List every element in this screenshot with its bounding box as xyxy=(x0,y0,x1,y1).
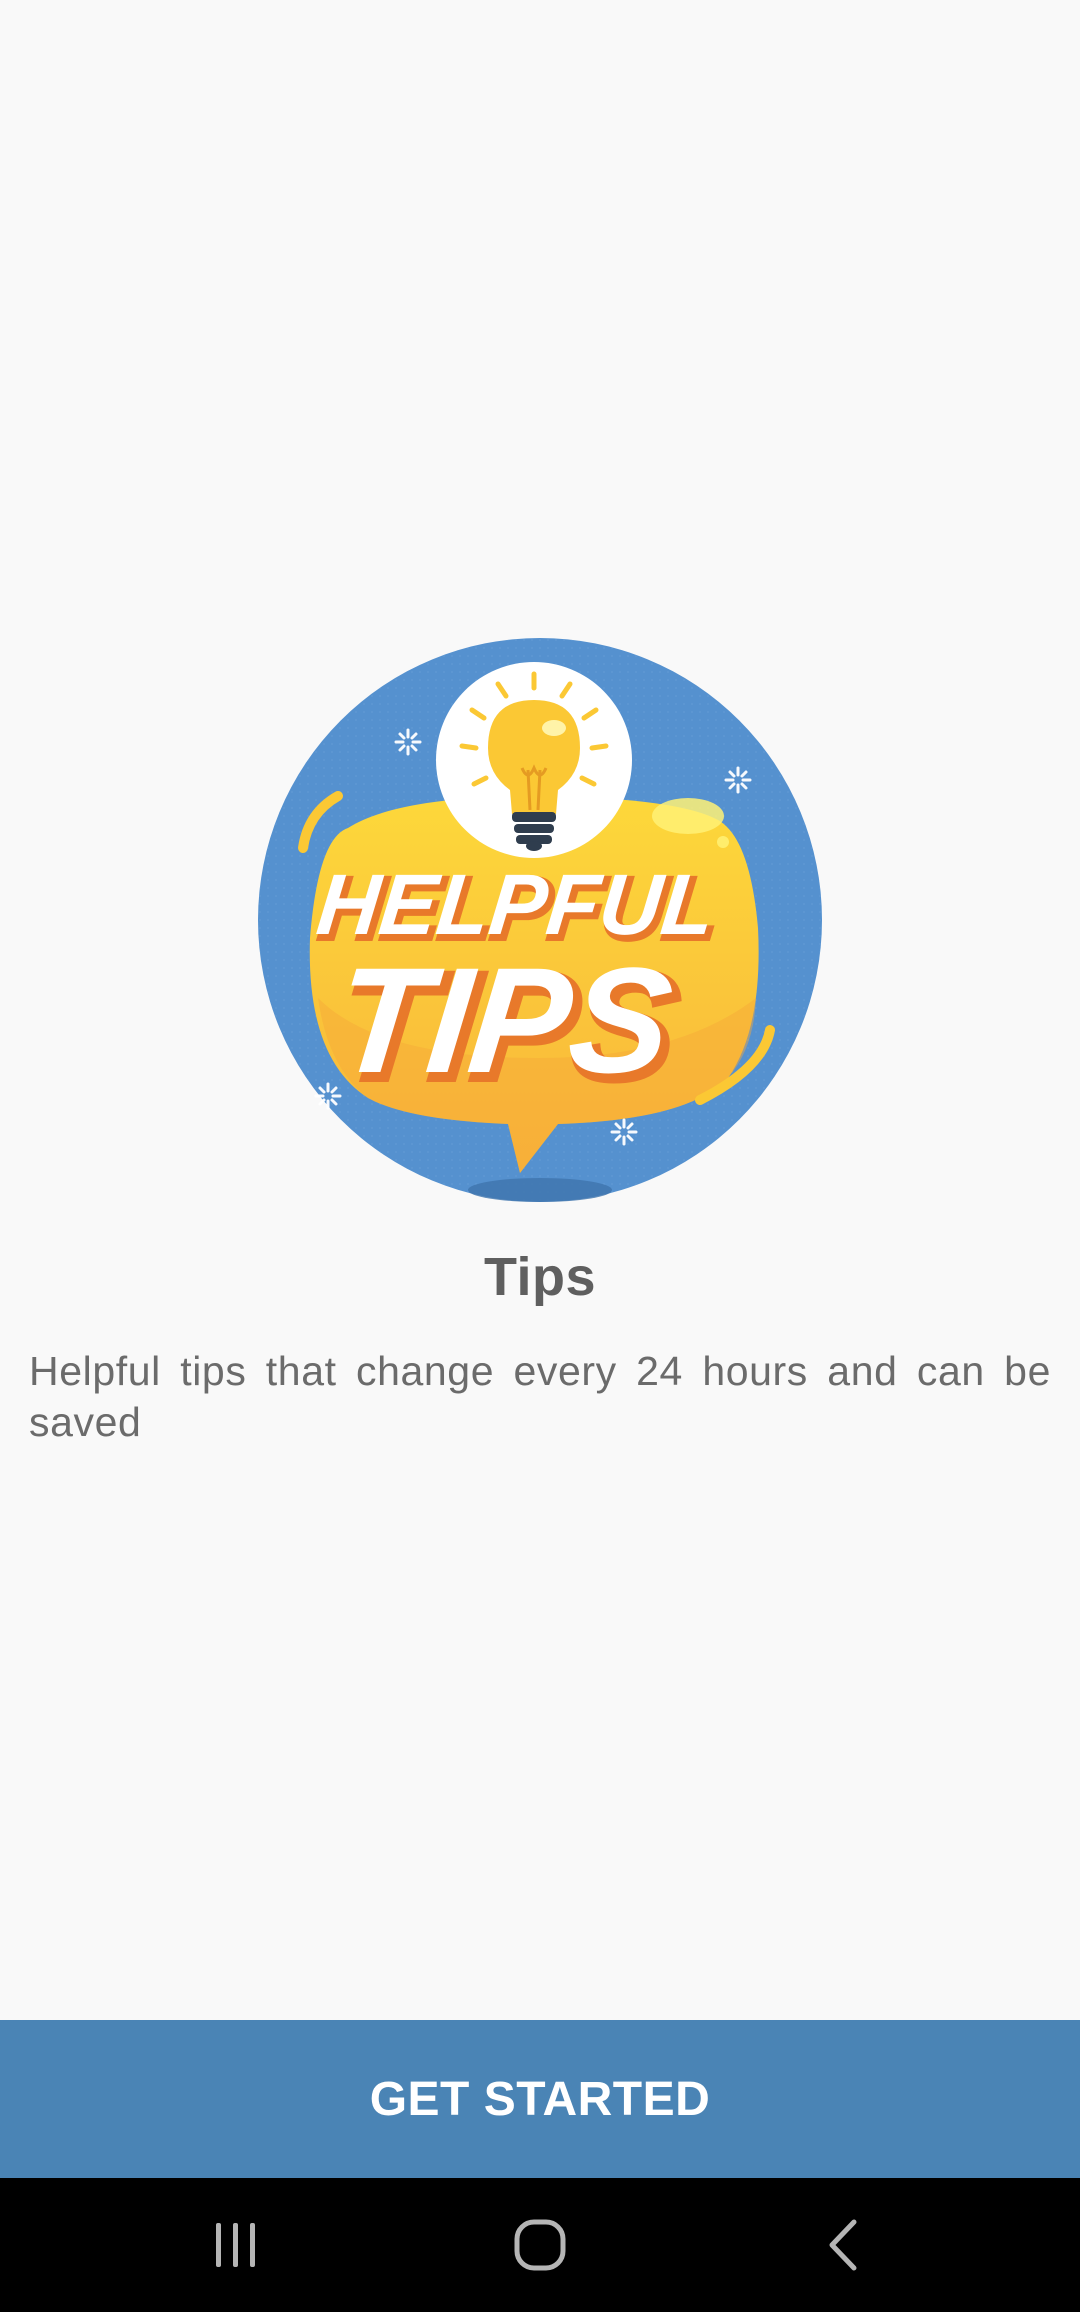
back-icon xyxy=(829,2219,857,2271)
page-title: Tips xyxy=(483,1247,597,1307)
page-description: Helpful tips that change every 24 hours … xyxy=(29,1348,1051,1445)
onboarding-screen: HELPFUL HELPFUL TIPS TIPS Tips Helpful t… xyxy=(0,0,1080,2312)
recents-button[interactable] xyxy=(136,2178,336,2312)
recents-icon xyxy=(216,2223,255,2267)
get-started-button[interactable]: GET STARTED xyxy=(0,2020,1080,2178)
home-button[interactable] xyxy=(440,2178,640,2312)
svg-text:TIPS: TIPS xyxy=(328,936,679,1104)
home-icon xyxy=(514,2219,566,2271)
back-button[interactable] xyxy=(744,2178,944,2312)
system-navigation-bar xyxy=(0,2178,1080,2312)
helpful-tips-illustration: HELPFUL HELPFUL TIPS TIPS xyxy=(258,638,822,1202)
